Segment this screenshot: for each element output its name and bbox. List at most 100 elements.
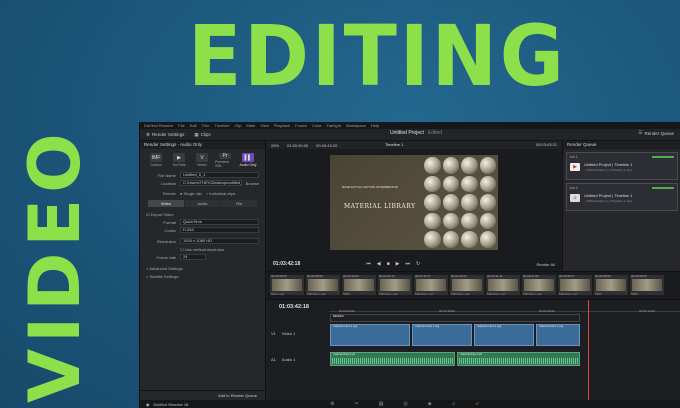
material-sphere [479,175,496,193]
menu-item[interactable]: File [178,123,184,128]
menu-item[interactable]: Fusion [295,123,307,128]
clip-thumbnail[interactable]: 00:00:08:17 1080 Main I.mp4 [558,274,592,296]
clip-thumbnail[interactable]: 00:00:21:06 1080 Main I.mp4 [522,274,556,296]
preset-label: Premiere XML [215,160,230,168]
render-queue-panel: Render Queue Job 1 ▶ Untitled Project | … [562,141,680,271]
menu-item[interactable]: Color [312,123,322,128]
menu-item[interactable]: Trim [202,123,210,128]
clip-thumbnail[interactable]: 00:00:12:23 TRNS [342,274,376,296]
play-reverse-icon[interactable]: ◀ [377,261,381,267]
page-tab-icon[interactable]: ▤ [379,401,384,407]
single-clip-radio[interactable]: ● Single clip [180,191,202,196]
video-clip[interactable]: material texture 1.png [474,324,534,346]
frame-rate-select[interactable]: 24 [180,254,206,260]
add-to-render-queue-button[interactable]: Add to Render Queue [218,393,257,398]
menu-item[interactable]: DaVinci Resolve [144,123,173,128]
render-settings-panel: Render Settings - Audio Only IMF Custom ▶ Y… [140,141,266,400]
audio-clip[interactable]: material library.mp3 [457,352,580,366]
render-job[interactable]: Job 2 ♫ Untitled Project | Timeline 1 ..… [566,183,678,211]
menu-item[interactable]: View [260,123,269,128]
page-tab-icon[interactable]: ⚙ [330,401,334,407]
page-tab-icon[interactable]: ◈ [428,401,432,407]
clip-label: material texture 1.png [539,325,564,328]
viewer-panel: 29% 01:00:00:00 00:03:43:20 Timeline 1 0… [267,141,561,271]
subtitle-settings-toggle[interactable]: > Subtitle Settings [140,272,265,280]
menu-item[interactable]: Playback [274,123,290,128]
clip-preview [272,279,302,291]
location-input[interactable]: C:\Users\THEV\Desktop\untitled_0_1 [180,180,242,186]
menu-item[interactable]: Help [371,123,379,128]
bottom-page-bar: ◉ DaVinci Resolve 18 ⚙ ✂ ▤ ◎ ◈ ♫ ➶ [140,400,680,408]
render-label: Render [162,190,176,196]
page-tab-icon[interactable]: ◎ [403,401,407,407]
menu-item[interactable]: Timeline [215,123,230,128]
single-clip-label: Single clip [183,190,202,196]
clip-thumbnail[interactable]: 00:00:08:00 TRNS [630,274,664,296]
clip-thumbnail[interactable]: 00:00:08:00 FILE-1.mp4 [270,274,304,296]
preset-tile[interactable]: V Vimeo [192,153,212,167]
tab-file[interactable]: File [221,200,258,207]
render-job[interactable]: Job 1 ▶ Untitled Project | Timeline 1 ..… [566,152,678,180]
page-tab-icon[interactable]: ➶ [475,401,479,407]
track-header-a1[interactable]: A1 Audio 1 [267,352,329,366]
render-queue-button[interactable]: ☰ Render Queue [638,130,674,136]
clip-thumbnail[interactable]: 00:00:08:00 1080 Main I.mp4 [306,274,340,296]
menu-item[interactable]: Workspace [346,123,366,128]
preset-label: Custom [149,163,163,167]
file-name-input[interactable]: Untitled_0_1 [180,172,259,178]
menu-item[interactable]: Fairlight [327,123,341,128]
tab-video[interactable]: Video [148,200,184,207]
stop-icon[interactable]: ■ [387,261,390,267]
codec-label: Codec [164,227,176,233]
video-clip[interactable]: material texture 1.png [330,324,410,346]
clip-thumbnail[interactable]: 00:01:02:13 1080 Main I.mp4 [378,274,412,296]
browse-button[interactable]: Browse [246,181,259,186]
menu-item[interactable]: Clip [234,123,241,128]
resolution-select[interactable]: 1920 x 1080 HD [180,238,259,244]
render-settings-button[interactable]: ⚙ Render Settings [146,132,184,138]
render-all-button[interactable]: Render All [537,262,555,267]
format-select[interactable]: QuickTime [180,219,259,225]
timeline-ruler[interactable]: 01:00:24:00 01:01:50:00 01:02:42:00 01:0… [329,302,680,313]
audio-clip[interactable]: material library.mp3 [330,352,455,366]
edited-label: Edited [427,130,443,136]
ruler-tick: 01:00:24:00 [339,309,355,313]
menu-item[interactable]: Edit [190,123,197,128]
export-video-checkbox[interactable]: ☑ Export Video [140,210,265,218]
page-tab-icon[interactable]: ✂ [354,401,358,407]
preset-tile[interactable]: Pr Premiere XML [215,153,235,168]
page-tab-icon[interactable]: ♫ [452,401,456,407]
advanced-settings-toggle[interactable]: > Advanced Settings [140,264,265,272]
play-icon[interactable]: ▶ [396,261,400,267]
material-sphere [442,194,459,211]
audio-file-icon: ♫ [570,194,580,202]
skip-back-icon[interactable]: ⏮ [366,261,371,267]
timeline-name[interactable]: Timeline 1 [385,142,403,147]
track-header-v1[interactable]: V1 Video 1 [267,322,329,344]
codec-select[interactable]: H.264 [180,227,259,233]
clip-thumbnail[interactable]: 00:01:31:07 1080 Main I.mp4 [414,274,448,296]
preset-tile[interactable]: ▶ YouTube [169,153,189,167]
video-clip[interactable]: RENDER [330,314,580,322]
zoom-level[interactable]: 29% [271,143,279,148]
clips-button[interactable]: ▦ Clips [194,132,210,138]
preset-tile[interactable]: IMF Custom [146,153,166,167]
tab-audio[interactable]: Audio [184,200,221,207]
clip-timecode: 00:00:12:23 [343,274,359,278]
clip-name: 1080 Main I.mp4 [379,293,398,296]
menu-item[interactable]: Mark [246,123,255,128]
clip-thumbnail[interactable]: 00:04:11:11 1080 Main I.mp4 [486,274,520,296]
video-clip[interactable]: material texture 1.png [412,324,472,346]
clip-thumbnail[interactable]: 00:01:09:24 1080 Main I.mp4 [450,274,484,296]
individual-clips-radio[interactable]: ○ Individual clips [206,191,236,196]
individual-clips-label: Individual clips [209,190,236,196]
clip-thumbnail[interactable]: 00:00:08:00 TRNS [594,274,628,296]
resolution-label: Resolution [157,238,176,244]
skip-forward-icon[interactable]: ⏭ [406,261,411,267]
job-title: Untitled Project | Timeline 1 [584,193,633,198]
clip-name: 1080 Main I.mp4 [307,293,326,296]
preset-tile[interactable]: ▌▌ Audio Only [238,153,258,167]
video-clip[interactable]: material texture 1.png [536,324,580,346]
loop-icon[interactable]: ↻ [416,261,420,267]
vertical-res-checkbox[interactable]: ☐ Use vertical resolution [180,247,224,252]
